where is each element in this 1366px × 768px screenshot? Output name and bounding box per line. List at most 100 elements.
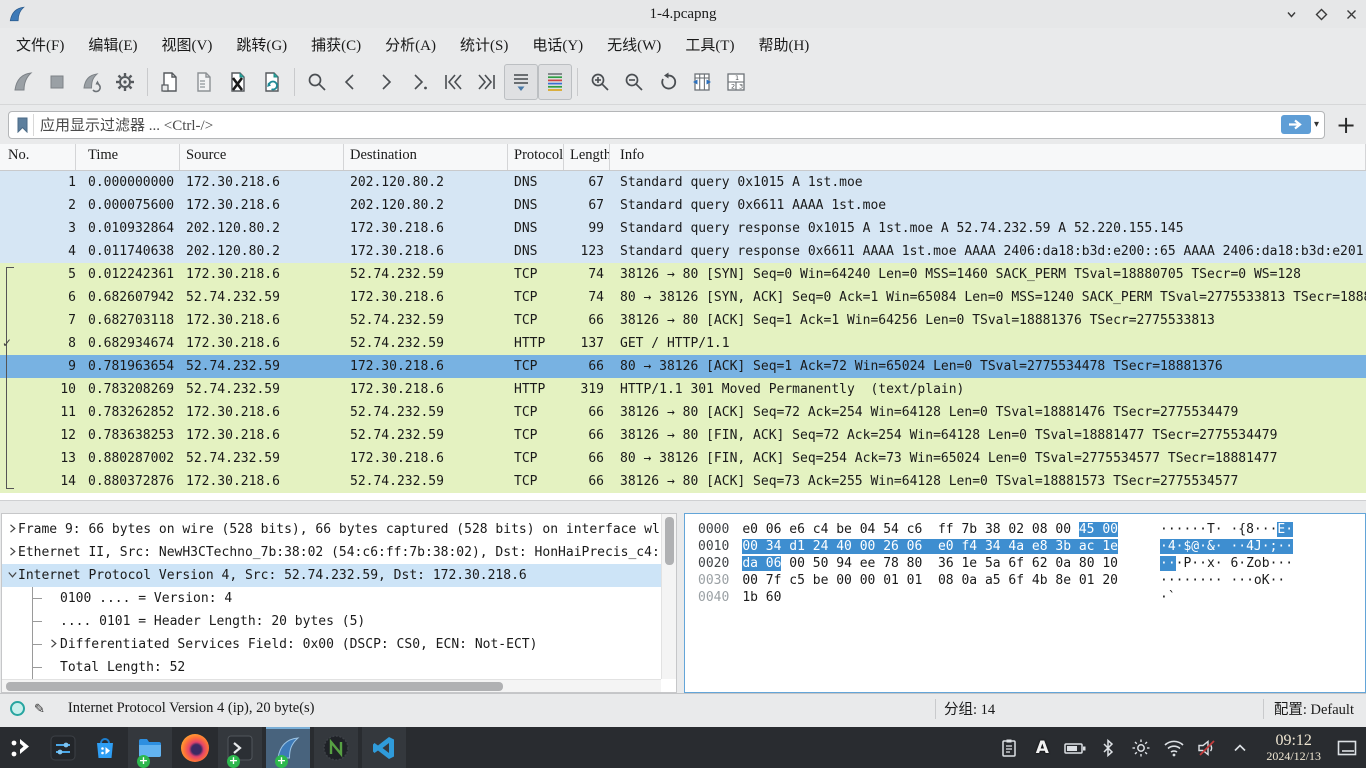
stop-capture-icon[interactable] (40, 64, 74, 100)
zoom-reset-icon[interactable] (651, 64, 685, 100)
hex-row[interactable]: 00401b 60 ·` (698, 589, 1365, 606)
find-packet-icon[interactable] (300, 64, 334, 100)
detail-line[interactable]: .... 0101 = Header Length: 20 bytes (5) (33, 610, 676, 633)
close-button[interactable] (1342, 5, 1360, 23)
go-first-icon[interactable] (436, 64, 470, 100)
layout-icon[interactable]: 123 (719, 64, 753, 100)
packet-row[interactable]: 30.010932864202.120.80.2172.30.218.6DNS9… (0, 217, 1366, 240)
packet-row[interactable]: 140.880372876172.30.218.652.74.232.59TCP… (0, 470, 1366, 493)
menu-item[interactable]: 跳转(G) (224, 31, 299, 58)
menu-item[interactable]: 帮助(H) (746, 31, 821, 58)
save-file-icon[interactable] (187, 64, 221, 100)
column-header[interactable]: No. (0, 144, 76, 170)
auto-scroll-icon[interactable] (504, 64, 538, 100)
discover-icon[interactable] (84, 727, 126, 768)
reload-file-icon[interactable] (255, 64, 289, 100)
terminal-task[interactable]: + (218, 727, 262, 768)
bluetooth-icon[interactable] (1095, 727, 1121, 768)
go-last-icon[interactable] (470, 64, 504, 100)
collapse-icon[interactable] (2, 564, 18, 587)
menu-item[interactable]: 工具(T) (673, 31, 746, 58)
start-capture-icon[interactable] (6, 64, 40, 100)
filter-bookmark-icon[interactable] (12, 114, 34, 136)
maximize-button[interactable] (1312, 5, 1330, 23)
pane-splitter[interactable] (0, 501, 1366, 513)
go-to-packet-icon[interactable] (402, 64, 436, 100)
packet-row[interactable]: 70.682703118172.30.218.652.74.232.59TCP6… (0, 309, 1366, 332)
go-back-icon[interactable] (334, 64, 368, 100)
system-settings-icon[interactable] (42, 727, 84, 768)
wireshark-task[interactable]: + (266, 727, 310, 768)
edit-capture-comment-icon[interactable]: ✎ (34, 701, 45, 717)
resize-columns-icon[interactable] (685, 64, 719, 100)
close-file-icon[interactable] (221, 64, 255, 100)
menu-item[interactable]: 统计(S) (448, 31, 520, 58)
menu-item[interactable]: 文件(F) (4, 31, 76, 58)
minimize-button[interactable] (1282, 5, 1300, 23)
volume-muted-icon[interactable] (1194, 727, 1220, 768)
detail-line[interactable]: 0100 .... = Version: 4 (33, 587, 676, 610)
wifi-icon[interactable] (1161, 727, 1187, 768)
packet-row[interactable]: 100.78320826952.74.232.59172.30.218.6HTT… (0, 378, 1366, 401)
show-desktop-icon[interactable] (1334, 727, 1360, 768)
menu-item[interactable]: 捕获(C) (299, 31, 373, 58)
column-header[interactable]: Info (610, 144, 1366, 170)
detail-line[interactable]: Ethernet II, Src: NewH3CTechno_7b:38:02 … (2, 541, 676, 564)
packet-row[interactable]: 50.012242361172.30.218.652.74.232.59TCP7… (0, 263, 1366, 286)
restart-capture-icon[interactable] (74, 64, 108, 100)
file-manager-task[interactable]: + (128, 727, 172, 768)
detail-line[interactable]: Internet Protocol Version 4, Src: 52.74.… (2, 564, 676, 587)
detail-line[interactable]: Frame 9: 66 bytes on wire (528 bits), 66… (2, 518, 676, 541)
clipboard-icon[interactable] (996, 727, 1022, 768)
hex-row[interactable]: 001000 34 d1 24 40 00 26 06 e0 f4 34 4a … (698, 538, 1365, 555)
column-header[interactable]: Time (76, 144, 180, 170)
hex-row[interactable]: 0000e0 06 e6 c4 be 04 54 c6 ff 7b 38 02 … (698, 521, 1365, 538)
details-vertical-scrollbar[interactable] (661, 514, 676, 679)
packet-row[interactable]: 40.011740638202.120.80.2172.30.218.6DNS1… (0, 240, 1366, 263)
packet-row[interactable]: 90.78196365452.74.232.59172.30.218.6TCP6… (0, 355, 1366, 378)
hex-row[interactable]: 003000 7f c5 be 00 00 01 01 08 0a a5 6f … (698, 572, 1365, 589)
packet-row[interactable]: 110.783262852172.30.218.652.74.232.59TCP… (0, 401, 1366, 424)
detail-line[interactable]: Total Length: 52 (33, 656, 676, 679)
details-horizontal-scrollbar[interactable] (2, 679, 661, 692)
hex-row[interactable]: 0020da 06 00 50 94 ee 78 80 36 1e 5a 6f … (698, 555, 1365, 572)
zoom-in-icon[interactable] (583, 64, 617, 100)
firefox-icon[interactable] (174, 727, 216, 768)
open-file-icon[interactable] (153, 64, 187, 100)
neovim-task[interactable] (314, 727, 358, 768)
battery-icon[interactable] (1062, 727, 1088, 768)
status-profile[interactable]: 配置: Default (1264, 698, 1366, 719)
packet-row[interactable]: 20.000075600172.30.218.6202.120.80.2DNS6… (0, 194, 1366, 217)
packet-row[interactable]: 130.88028700252.74.232.59172.30.218.6TCP… (0, 447, 1366, 470)
detail-line[interactable]: Differentiated Services Field: 0x00 (DSC… (33, 633, 676, 656)
menu-item[interactable]: 编辑(E) (76, 31, 149, 58)
column-header[interactable]: Source (180, 144, 344, 170)
expert-info-icon[interactable] (10, 701, 25, 716)
app-launcher-icon[interactable] (0, 727, 42, 768)
packet-row[interactable]: 60.68260794252.74.232.59172.30.218.6TCP7… (0, 286, 1366, 309)
add-filter-button-icon[interactable]: + (1334, 113, 1358, 137)
brightness-icon[interactable] (1128, 727, 1154, 768)
expand-icon[interactable] (46, 633, 60, 656)
expand-icon[interactable] (2, 541, 18, 564)
menu-item[interactable]: 电话(Y) (520, 31, 595, 58)
clock[interactable]: 09:12 2024/12/13 (1260, 733, 1327, 762)
column-header[interactable]: Length (564, 144, 610, 170)
column-header[interactable]: Destination (344, 144, 508, 170)
vscode-task[interactable] (362, 727, 406, 768)
menu-item[interactable]: 分析(A) (373, 31, 448, 58)
packet-row[interactable]: 120.783638253172.30.218.652.74.232.59TCP… (0, 424, 1366, 447)
apply-filter-icon[interactable] (1281, 115, 1311, 134)
packet-row[interactable]: 10.000000000172.30.218.6202.120.80.2DNS6… (0, 171, 1366, 194)
input-method-icon[interactable]: A (1029, 727, 1055, 768)
display-filter-input[interactable]: 应用显示过滤器 ... <Ctrl-/> ▾ (8, 111, 1325, 139)
menu-item[interactable]: 无线(W) (595, 31, 673, 58)
menu-item[interactable]: 视图(V) (150, 31, 225, 58)
filter-dropdown-icon[interactable]: ▾ (1314, 119, 1319, 130)
capture-options-icon[interactable] (108, 64, 142, 100)
expand-icon[interactable] (2, 518, 18, 541)
column-header[interactable]: Protocol (508, 144, 564, 170)
packet-row[interactable]: 80.682934674172.30.218.652.74.232.59HTTP… (0, 332, 1366, 355)
go-forward-icon[interactable] (368, 64, 402, 100)
expand-tray-icon[interactable] (1227, 727, 1253, 768)
